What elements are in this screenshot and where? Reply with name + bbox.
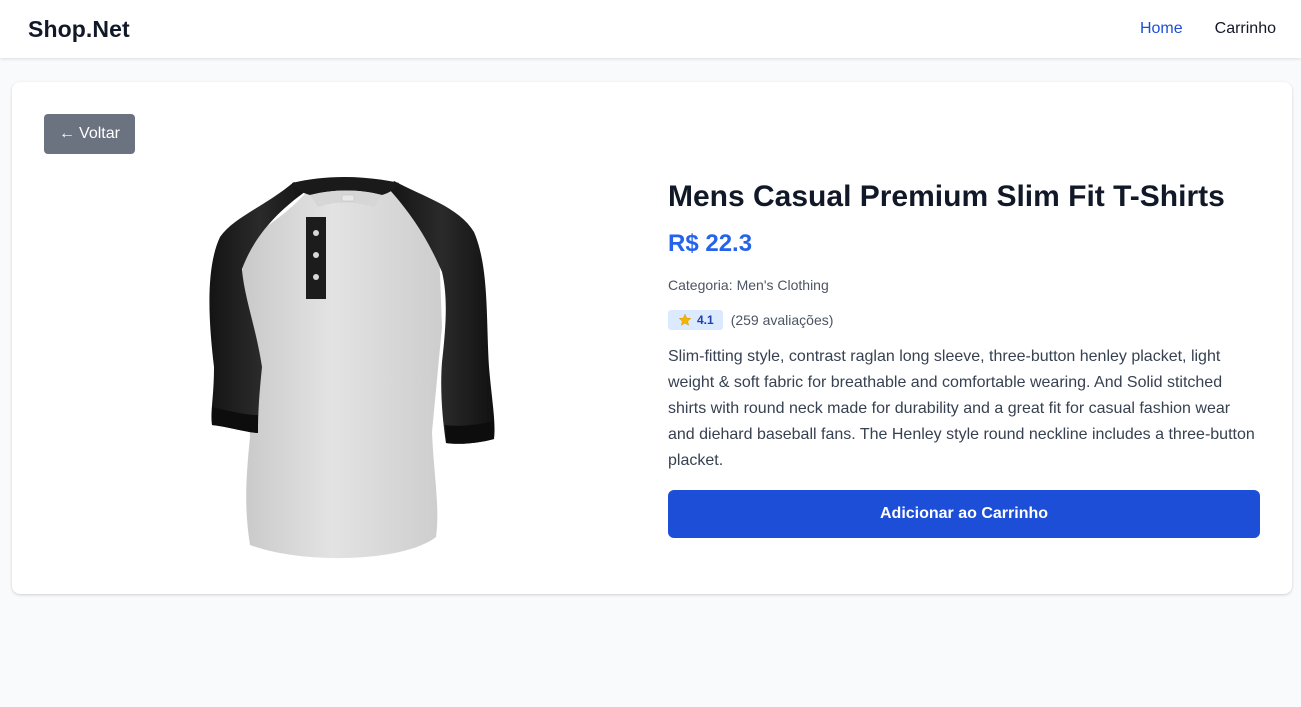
category-value: Men's Clothing	[736, 277, 829, 293]
raglan-henley-shirt-icon	[209, 177, 495, 559]
product-price: R$ 22.3	[668, 230, 753, 257]
product-info: Mens Casual Premium Slim Fit T-Shirts R$…	[668, 177, 1260, 538]
star-icon	[678, 313, 692, 326]
rating-row: 4.1 (259 avaliações)	[668, 310, 1260, 330]
rating-value: 4.1	[697, 313, 714, 327]
nav-link-home[interactable]: Home	[1140, 20, 1183, 38]
add-to-cart-button[interactable]: Adicionar ao Carrinho	[668, 490, 1260, 538]
nav-links: Home Carrinho	[1140, 20, 1276, 38]
product-category: Categoria: Men's Clothing	[668, 274, 1260, 296]
product-description: Slim-fitting style, contrast raglan long…	[668, 348, 1255, 469]
nav-link-cart[interactable]: Carrinho	[1215, 20, 1276, 38]
product-image	[184, 177, 504, 567]
back-button[interactable]: ← Voltar	[44, 114, 135, 154]
rating-badge: 4.1	[668, 310, 723, 330]
category-label: Categoria:	[668, 277, 733, 293]
back-button-label: Voltar	[79, 125, 120, 142]
back-arrow-icon: ←	[59, 125, 76, 142]
review-count: (259 avaliações)	[730, 312, 834, 328]
product-detail-card: ← Voltar Mens Casual Premium Slim Fit T-…	[12, 82, 1292, 594]
top-navbar: Shop.Net Home Carrinho	[0, 0, 1301, 58]
brand-logo[interactable]: Shop.Net	[28, 16, 130, 43]
product-title: Mens Casual Premium Slim Fit T-Shirts	[668, 180, 1225, 213]
